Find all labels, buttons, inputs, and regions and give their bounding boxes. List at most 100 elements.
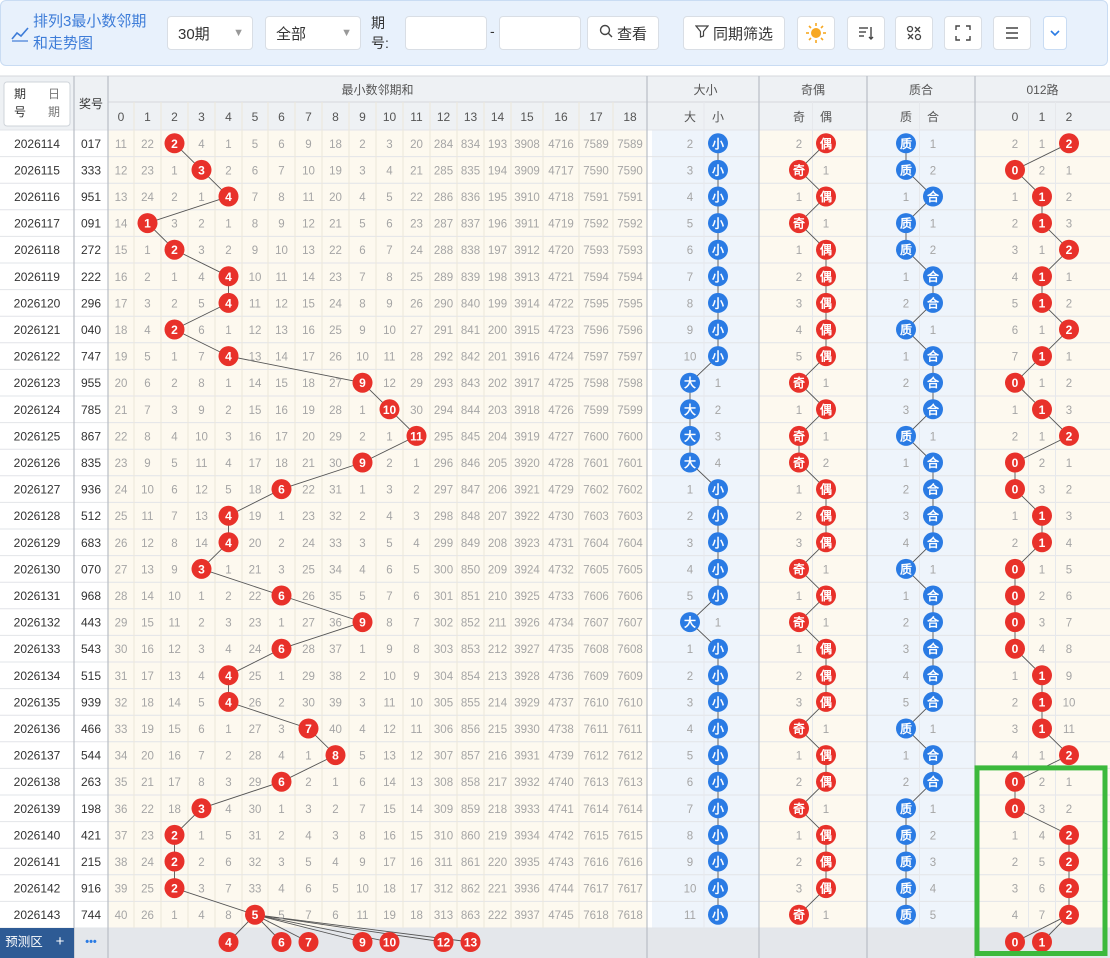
miss-cell: 217	[488, 777, 507, 789]
miss-cell: 4	[332, 857, 339, 869]
miss-cell: 205	[488, 458, 507, 470]
miss-cell: 1	[225, 139, 231, 151]
parity-ball-label: 偶	[820, 827, 832, 842]
size-ball-label: 小	[712, 162, 724, 177]
miss-cell: 6	[687, 777, 693, 789]
more-icon[interactable]: •••	[85, 936, 97, 948]
miss-cell: 27	[249, 724, 262, 736]
miss-cell: 4727	[548, 431, 574, 443]
sum-ball-label: 2	[171, 855, 178, 869]
miss-cell: 2	[225, 165, 231, 177]
route-ball-label: 2	[1066, 908, 1073, 922]
miss-cell: 6	[171, 485, 177, 497]
route-ball-label: 1	[1039, 403, 1046, 417]
miss-cell: 10	[383, 325, 396, 337]
predict-route-ball-label: 1	[1039, 936, 1046, 950]
miss-cell: 5	[796, 352, 802, 364]
miss-cell: 6	[332, 910, 338, 922]
miss-cell: 7	[413, 618, 419, 630]
miss-cell: 20	[302, 431, 315, 443]
miss-cell: 10	[410, 697, 423, 709]
miss-cell: 4	[1066, 538, 1073, 550]
miss-cell: 7605	[583, 564, 609, 576]
miss-cell: 3913	[514, 272, 540, 284]
miss-cell: 3910	[514, 192, 540, 204]
period-cell: 2026135	[14, 695, 61, 709]
miss-cell: 3	[1066, 405, 1072, 417]
route-ball-label: 0	[1012, 775, 1019, 789]
miss-cell: 2	[171, 192, 177, 204]
route-ball-label: 1	[1039, 296, 1046, 310]
miss-cell: 6	[305, 884, 311, 896]
miss-cell: 33	[249, 884, 262, 896]
miss-cell: 11	[142, 511, 154, 523]
miss-cell: 7589	[583, 139, 609, 151]
miss-cell: 3	[1066, 511, 1072, 523]
miss-cell: 3914	[514, 298, 540, 310]
miss-cell: 24	[329, 298, 342, 310]
miss-cell: 1	[1039, 139, 1045, 151]
miss-cell: 3	[1012, 245, 1018, 257]
miss-cell: 309	[434, 804, 453, 816]
miss-cell: 845	[461, 431, 480, 443]
miss-cell: 4	[1039, 830, 1046, 842]
miss-cell: 197	[488, 245, 507, 257]
miss-cell: 2	[687, 511, 693, 523]
miss-cell: 7598	[617, 378, 643, 390]
miss-cell: 3	[903, 644, 909, 656]
miss-cell: 2	[1012, 538, 1018, 550]
period-cell: 2026138	[14, 775, 61, 789]
miss-cell: 3924	[514, 564, 540, 576]
miss-cell: 4729	[548, 485, 574, 497]
miss-cell: 15	[141, 618, 154, 630]
miss-cell: 303	[434, 644, 453, 656]
miss-cell: 289	[434, 272, 453, 284]
miss-cell: 30	[329, 458, 342, 470]
miss-cell: 7609	[617, 671, 643, 683]
miss-cell: 1	[796, 192, 802, 204]
miss-cell: 312	[434, 884, 453, 896]
route-ball-label: 1	[1039, 350, 1046, 364]
prime-ball-label: 质	[900, 162, 912, 177]
miss-cell: 296	[434, 458, 453, 470]
miss-cell: 29	[249, 777, 262, 789]
miss-cell: 10	[249, 272, 262, 284]
route-ball-label: 1	[1039, 722, 1046, 736]
miss-cell: 4740	[548, 777, 574, 789]
miss-cell: 4	[687, 564, 694, 576]
miss-cell: 17	[410, 884, 423, 896]
miss-cell: 308	[434, 777, 453, 789]
parity-ball-label: 奇	[793, 428, 805, 443]
miss-cell: 288	[434, 245, 453, 257]
route-ball-label: 1	[1039, 270, 1046, 284]
sum-ball-label: 4	[225, 536, 232, 550]
miss-cell: 2	[359, 511, 365, 523]
miss-cell: 5	[359, 591, 365, 603]
miss-cell: 2	[359, 431, 365, 443]
miss-cell: 1	[278, 511, 284, 523]
miss-cell: 7	[1039, 910, 1045, 922]
miss-cell: 837	[461, 219, 480, 231]
miss-cell: 34	[115, 751, 128, 763]
prime-ball-label: 合	[927, 694, 940, 709]
miss-cell: 838	[461, 245, 480, 257]
miss-cell: 14	[383, 777, 396, 789]
period-cell: 2026123	[14, 376, 61, 390]
miss-cell: 5	[332, 884, 338, 896]
miss-cell: 15	[115, 245, 128, 257]
miss-cell: 2	[796, 139, 802, 151]
prime-ball-label: 合	[927, 402, 940, 417]
parity-ball-label: 偶	[820, 881, 832, 896]
miss-cell: 3	[1039, 804, 1045, 816]
miss-cell: 21	[115, 405, 128, 417]
miss-cell: 304	[434, 671, 454, 683]
prize-cell: 222	[81, 270, 101, 284]
miss-cell: 22	[329, 245, 342, 257]
miss-cell: 2	[198, 618, 204, 630]
miss-cell: 284	[434, 139, 454, 151]
miss-cell: 4	[144, 325, 151, 337]
prize-cell: 443	[81, 616, 101, 630]
period-cell: 2026129	[14, 536, 61, 550]
prize-col-header: 奖号	[79, 97, 103, 111]
miss-cell: 7599	[583, 405, 609, 417]
